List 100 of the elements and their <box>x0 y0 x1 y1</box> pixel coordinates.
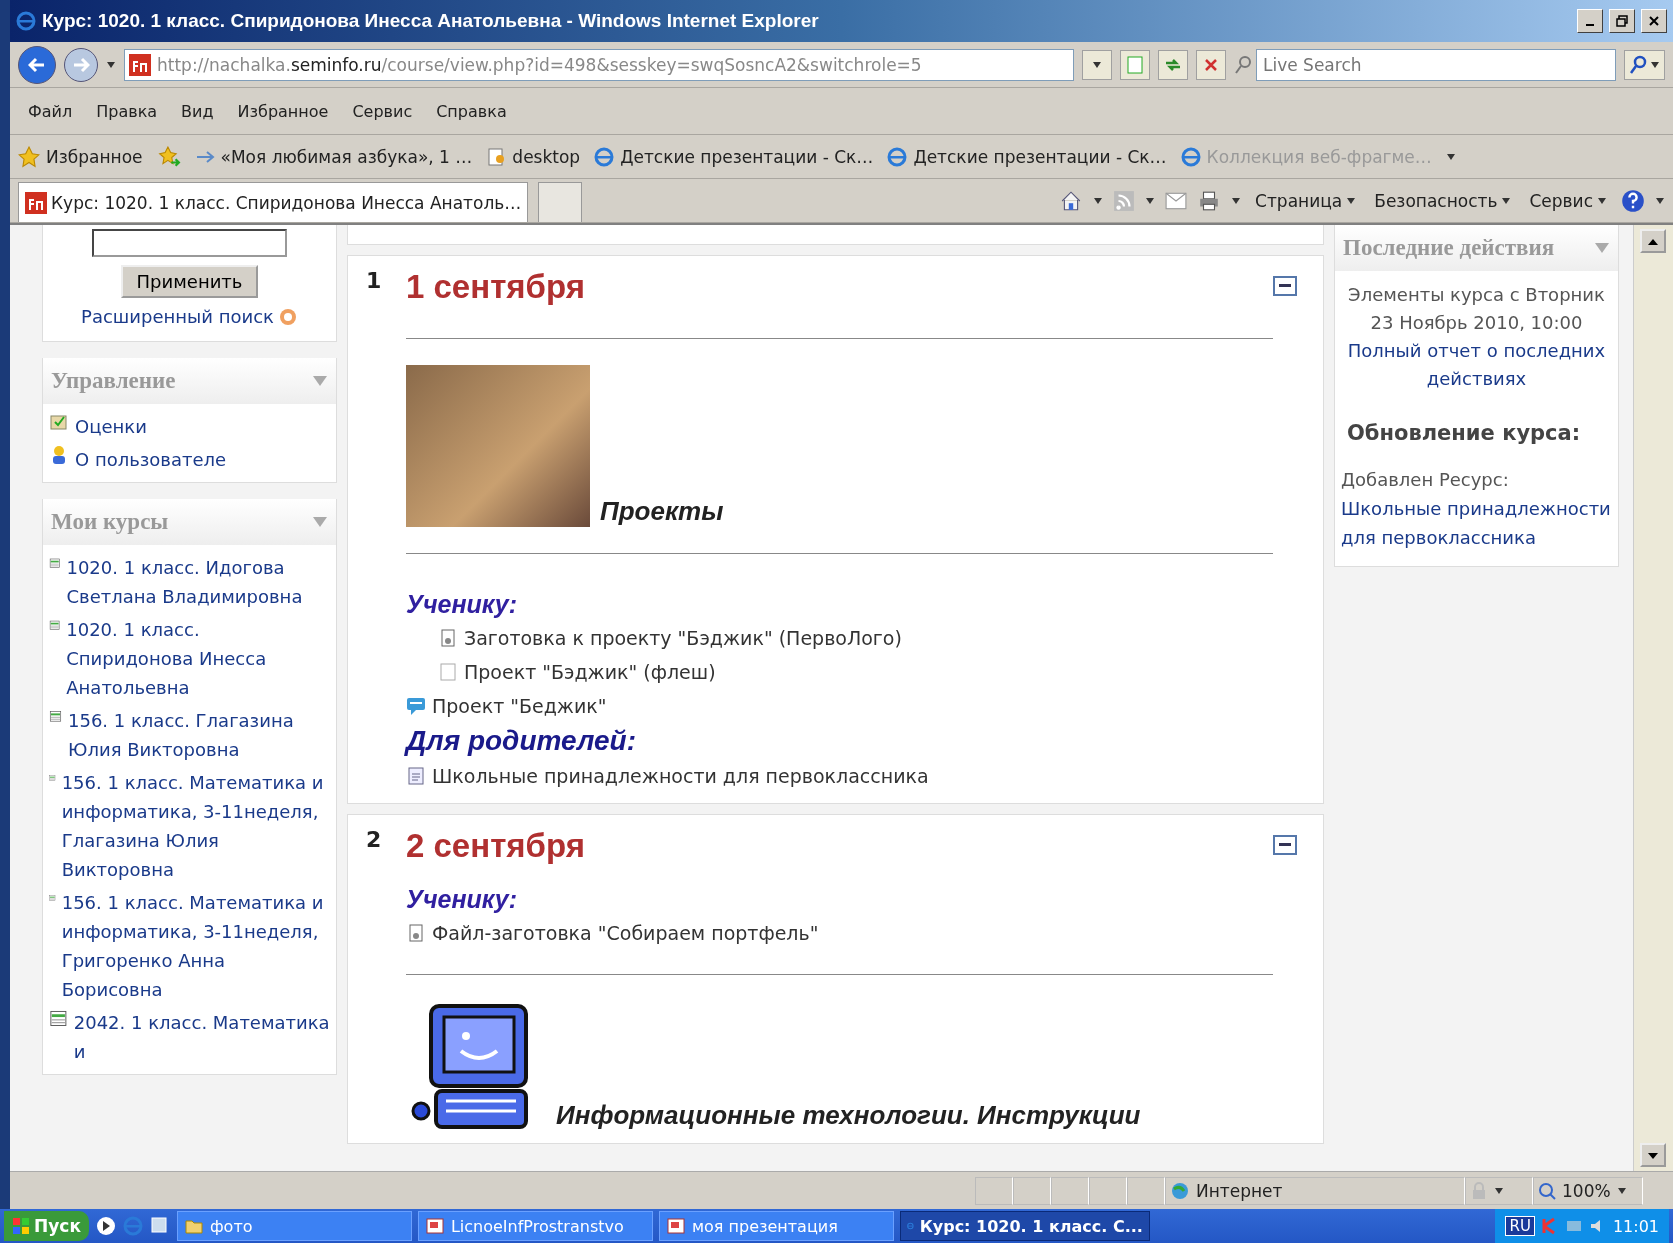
address-dropdown-button[interactable] <box>1082 49 1112 80</box>
menu-item[interactable]: Справка <box>426 101 517 121</box>
sidebar-link[interactable]: 156. 1 класс. Математика и информатика, 3-11неделя, Глагазина Юлия Викторовна <box>61 768 330 884</box>
refresh-button[interactable] <box>1158 49 1188 80</box>
zoom-icon <box>1538 1181 1556 1200</box>
help-icon[interactable] <box>1621 188 1645 213</box>
down-triangle-icon <box>1648 1152 1658 1159</box>
resource-link[interactable]: Проект "Беджик" <box>432 691 607 721</box>
resource-link[interactable]: Проект "Бэджик" (флеш) <box>464 657 716 687</box>
document-icon <box>406 766 426 786</box>
section-number: 1 <box>365 268 383 295</box>
added-resource-text: Добавлен Ресурс: <box>1341 468 1510 492</box>
ie-icon <box>1180 146 1201 167</box>
scroll-up-button[interactable] <box>1640 229 1666 253</box>
caret-icon <box>1445 152 1456 161</box>
picture-caption: Информационные технологии. Инструкции <box>556 1100 1141 1131</box>
favorites-link[interactable]: «Моя любимая азбука», 1 … <box>194 146 473 167</box>
ie-icon <box>594 146 615 167</box>
media-player-icon[interactable] <box>94 1215 117 1237</box>
restore-icon <box>1616 15 1628 27</box>
favorites-link[interactable]: Детские презентации - Ск… <box>887 146 1167 167</box>
taskbar-button[interactable]: LicnoeInfProstranstvo <box>417 1211 653 1241</box>
up-triangle-icon <box>1648 238 1658 245</box>
apply-button[interactable]: Применить <box>120 265 259 298</box>
sidebar-link[interactable]: 1020. 1 класс. Спиридонова Инесса Анатольевна <box>66 615 330 702</box>
resource-link[interactable]: Файл-заготовка "Собираем портфель" <box>432 918 819 948</box>
presentation-icon <box>424 1216 445 1236</box>
scrollbar[interactable] <box>1633 225 1673 1171</box>
close-button[interactable] <box>1641 9 1667 33</box>
site-logo-icon <box>25 191 47 214</box>
menu-item[interactable]: Сервис <box>342 101 423 121</box>
start-button[interactable]: Пуск <box>4 1211 89 1241</box>
resource-link[interactable]: Школьные принадлежности для первоклассника <box>432 761 929 791</box>
mail-icon[interactable] <box>1165 191 1188 210</box>
menu-item[interactable]: Файл <box>18 101 83 121</box>
resource-link[interactable]: Заготовка к проекту "Бэджик" (ПервоЛого) <box>464 623 902 653</box>
status-panel <box>1013 1176 1051 1205</box>
activity-since-text: Элементы курса с Вторник 23 Ноябрь 2010, 10:00 <box>1348 284 1605 333</box>
search-input-field[interactable] <box>92 229 287 257</box>
ie-icon <box>16 11 36 31</box>
restore-button[interactable] <box>1609 9 1635 33</box>
favorites-button[interactable]: Избранное <box>18 145 143 168</box>
chat-icon <box>406 696 426 716</box>
presentation-icon <box>665 1216 686 1236</box>
section-title: 1 сентября <box>406 268 586 306</box>
caret-icon <box>1597 196 1607 205</box>
menu-item[interactable]: Вид <box>171 101 224 121</box>
status-panel <box>975 1176 1013 1205</box>
sidebar-link[interactable]: 1020. 1 класс. Идогова Светлана Владимировна <box>66 553 330 611</box>
caret-icon <box>1231 196 1242 205</box>
browser-tab[interactable]: Курс: 1020. 1 класс. Спиридонова Инесса Анатоль… <box>18 182 529 222</box>
taskbar-button[interactable]: Курс: 1020. 1 класс. С... <box>899 1211 1150 1241</box>
stop-button[interactable] <box>1196 49 1226 80</box>
minus-icon <box>1279 284 1291 288</box>
help-circle-icon <box>277 306 298 327</box>
scroll-down-button[interactable] <box>1640 1143 1666 1167</box>
picture-caption: Проекты <box>600 496 724 527</box>
url-text: http://nachalka.seminfo.ru/course/view.php?id=498&sesskey=swqSosncA2&switchrole=5 <box>157 54 922 75</box>
forward-button[interactable] <box>64 47 98 82</box>
command-menu-button[interactable]: Сервис <box>1525 190 1611 211</box>
sidebar-link[interactable]: 2042. 1 класс. Математика и <box>73 1008 330 1066</box>
menu-item[interactable]: Избранное <box>227 101 339 121</box>
language-indicator[interactable]: RU <box>1505 1216 1535 1236</box>
minus-icon <box>1279 843 1291 847</box>
minimize-button[interactable] <box>1577 9 1603 33</box>
stop-x-icon <box>1204 57 1218 72</box>
sidebar-link[interactable]: 156. 1 класс. Математика и информатика, 3-11неделя, Григоренко Анна Борисовна <box>61 888 330 1004</box>
collapse-button[interactable] <box>1273 276 1297 296</box>
command-menu-button[interactable]: Безопасность <box>1370 190 1516 211</box>
address-field[interactable]: http://nachalka.seminfo.ru/course/view.php?id=498&sesskey=swqSosncA2&switchrole=5 <box>124 48 1074 81</box>
section-number: 2 <box>365 827 383 854</box>
command-menu-button[interactable]: Страница <box>1251 190 1361 211</box>
file-icon <box>438 628 458 648</box>
subheading: Ученику: <box>406 885 518 914</box>
taskbar-button[interactable]: фото <box>176 1211 412 1241</box>
advanced-search-link[interactable]: Расширенный поиск <box>81 306 274 327</box>
search-field[interactable]: Live Search <box>1256 48 1616 81</box>
favorites-link[interactable]: Детские презентации - Ск… <box>594 146 874 167</box>
sidebar-link[interactable]: 156. 1 класс. Глагазина Юлия Викторовна <box>68 706 330 764</box>
full-report-link[interactable]: Полный отчет о последних действиях <box>1343 337 1610 393</box>
collapse-button[interactable] <box>1273 835 1297 855</box>
file-icon <box>406 923 426 943</box>
menu-item[interactable]: Правка <box>86 101 168 121</box>
compatibility-button[interactable] <box>1120 49 1150 80</box>
sidebar-link[interactable]: О пользователе <box>75 445 227 474</box>
caret-icon <box>1494 1186 1504 1195</box>
block-title: Последние действия <box>1343 235 1555 261</box>
caret-icon <box>1650 60 1660 69</box>
globe-icon <box>1170 1180 1190 1201</box>
search-button[interactable] <box>1624 49 1665 80</box>
added-resource-link[interactable]: Школьные принадлежности для первоклассника <box>1341 494 1612 552</box>
back-button[interactable] <box>18 45 56 84</box>
taskbar-button[interactable]: моя презентация <box>658 1211 894 1241</box>
window-title: Курс: 1020. 1 класс. Спиридонова Инесса Анатольевна - Windows Internet Explorer <box>42 10 820 32</box>
caret-icon <box>1501 196 1512 205</box>
caret-icon <box>106 60 116 69</box>
sidebar-link[interactable]: Оценки <box>75 412 147 441</box>
status-panel <box>1089 1176 1127 1205</box>
favorites-link[interactable]: desktop <box>486 146 581 167</box>
search-icon <box>1234 54 1252 75</box>
